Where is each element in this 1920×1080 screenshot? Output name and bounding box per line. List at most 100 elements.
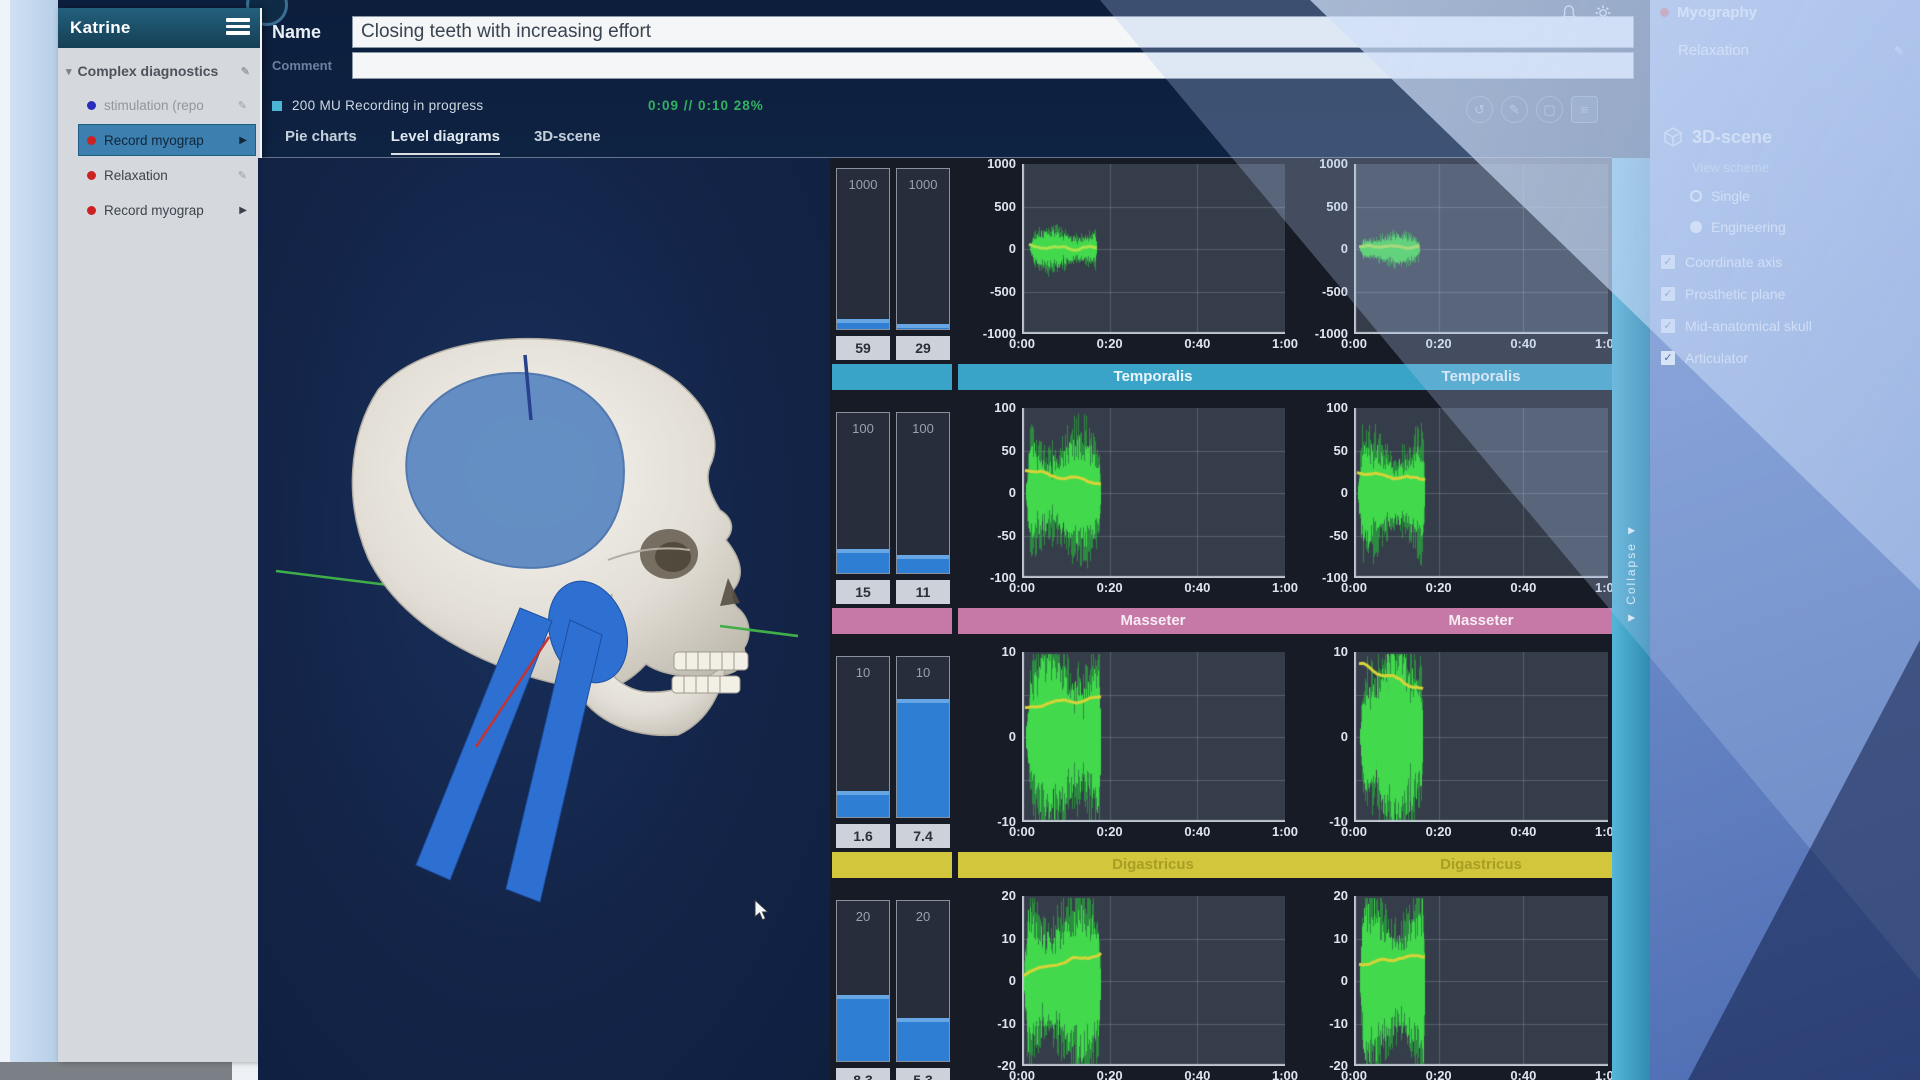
- checkbox-articulator[interactable]: ✓ Articulator: [1660, 350, 1748, 366]
- level-value: 7.4: [896, 824, 950, 848]
- x-axis-tick: 1:00: [1595, 1068, 1612, 1080]
- x-axis-tick: 1:00: [1595, 824, 1612, 839]
- record-dot-icon: [87, 101, 96, 110]
- tree-root-label: Complex diagnostics: [78, 63, 219, 79]
- x-axis-tick: 0:40: [1510, 824, 1536, 839]
- emg-row-digastricus: 101.6107.4100-100:000:200:401:00100-100:…: [830, 648, 1612, 892]
- bell-icon[interactable]: [1560, 4, 1578, 22]
- skull-model[interactable]: [352, 339, 749, 902]
- sidebar-item-stimulation-repo[interactable]: stimulation (repo✎: [78, 89, 256, 121]
- 3d-scene-viewport[interactable]: [258, 158, 830, 1080]
- emg-plot: [1354, 652, 1608, 822]
- y-axis-tick: 50: [960, 443, 1016, 458]
- y-axis-tick: -10: [960, 1016, 1016, 1031]
- level-diagram-bar: 100: [896, 412, 950, 574]
- x-axis-tick: 0:40: [1510, 336, 1536, 351]
- x-axis-tick: 0:20: [1426, 824, 1452, 839]
- myography-item[interactable]: Myography: [1677, 4, 1757, 21]
- level-max-label: 100: [837, 421, 889, 436]
- x-axis-tick: 0:00: [1341, 1068, 1367, 1080]
- y-axis-tick: 0: [1292, 729, 1348, 744]
- hamburger-menu-icon[interactable]: [226, 18, 250, 37]
- cube-icon: [1662, 126, 1684, 148]
- x-axis-tick: 0:20: [1097, 580, 1123, 595]
- level-diagram-bar: 20: [836, 900, 890, 1062]
- pencil-icon[interactable]: ✎: [241, 65, 250, 78]
- record-dot-icon: [87, 136, 96, 145]
- sidebar-item-record-myograp[interactable]: Record myograp▶: [78, 194, 256, 226]
- name-input[interactable]: [352, 16, 1634, 48]
- y-axis-tick: 0: [960, 729, 1016, 744]
- radio-icon[interactable]: [1690, 221, 1702, 233]
- dropdown-icon[interactable]: ≡: [1571, 96, 1598, 123]
- right-settings-panel: Myography Relaxation ✎ 3D-scene View sch…: [1650, 0, 1920, 1080]
- level-value: 15: [836, 580, 890, 604]
- x-axis-tick: 0:40: [1184, 1068, 1210, 1080]
- comment-input[interactable]: [352, 52, 1634, 79]
- sidebar-item-relaxation[interactable]: Relaxation ✎: [78, 159, 256, 191]
- recording-timing-text: 0:09 // 0:10 28%: [648, 98, 764, 113]
- checkbox-icon[interactable]: ✓: [1660, 350, 1676, 366]
- tab-pie-charts[interactable]: Pie charts: [285, 128, 357, 155]
- y-axis-tick: 0: [1292, 241, 1348, 256]
- sidebar-item-record-myograp[interactable]: Record myograp▶: [78, 124, 256, 156]
- level-value: 29: [896, 336, 950, 360]
- application-window: Name Comment 200 MU Recording in progres…: [0, 0, 1920, 1080]
- tree-root-complex-diagnostics[interactable]: ▾ Complex diagnostics ✎: [58, 56, 260, 86]
- level-diagram-bar: 1000: [836, 168, 890, 330]
- x-axis-tick: 0:00: [1341, 336, 1367, 351]
- muscle-band-label: Digastricus: [1440, 856, 1522, 873]
- checkbox-label: Articulator: [1685, 350, 1748, 366]
- x-axis-tick: 0:00: [1341, 580, 1367, 595]
- checkbox-coordinate-axis[interactable]: ✓Coordinate axis: [1660, 254, 1782, 270]
- expand-arrow-icon[interactable]: ▶: [239, 205, 247, 216]
- relaxation-item[interactable]: Relaxation: [1678, 42, 1749, 59]
- name-label: Name: [272, 22, 321, 43]
- y-axis-tick: 10: [960, 644, 1016, 659]
- y-axis-tick: -50: [960, 528, 1016, 543]
- x-axis-tick: 0:00: [1009, 580, 1035, 595]
- level-max-label: 10: [897, 665, 949, 680]
- radio-icon[interactable]: [1690, 190, 1702, 202]
- pencil-icon[interactable]: ✎: [1894, 44, 1904, 58]
- muscle-band-label: Digastricus: [1112, 856, 1194, 873]
- taskbar-fragment: [0, 1062, 232, 1080]
- y-axis-tick: -1000: [1292, 326, 1348, 341]
- radio-engineering[interactable]: Engineering: [1690, 219, 1786, 235]
- undo-icon[interactable]: ↺: [1466, 96, 1493, 123]
- checkbox-mid-anatomical-skull[interactable]: ✓Mid-anatomical skull: [1660, 318, 1812, 334]
- checkbox-icon[interactable]: ✓: [1660, 286, 1676, 302]
- sidebar-item-label: Relaxation: [104, 168, 168, 183]
- level-diagram-bar: 1000: [896, 168, 950, 330]
- pen-icon[interactable]: ✎: [1501, 96, 1528, 123]
- camera-icon[interactable]: ▢: [1536, 96, 1563, 123]
- pencil-icon[interactable]: ✎: [238, 169, 247, 182]
- level-fill: [837, 319, 889, 329]
- expand-arrow-icon[interactable]: ▶: [239, 135, 247, 146]
- collapse-panel-strip[interactable]: ▼ Collapse ▼: [1612, 158, 1650, 1080]
- gear-icon[interactable]: [1594, 4, 1612, 22]
- level-fill: [897, 699, 949, 817]
- tab-level-diagrams[interactable]: Level diagrams: [391, 128, 500, 155]
- chevron-down-icon[interactable]: ▾: [66, 65, 72, 78]
- checkbox-icon[interactable]: ✓: [1660, 254, 1676, 270]
- radio-single[interactable]: Single: [1690, 188, 1750, 204]
- checkbox-icon[interactable]: ✓: [1660, 318, 1676, 334]
- level-fill: [837, 549, 889, 573]
- desktop-edge: [0, 0, 58, 1080]
- level-max-label: 20: [837, 909, 889, 924]
- tab-3d-scene[interactable]: 3D-scene: [534, 128, 601, 155]
- y-axis-tick: -10: [1292, 1016, 1348, 1031]
- x-axis-tick: 0:40: [1510, 1068, 1536, 1080]
- x-axis-tick: 0:20: [1097, 1068, 1123, 1080]
- level-value: 59: [836, 336, 890, 360]
- level-diagram-bar: 20: [896, 900, 950, 1062]
- pencil-icon[interactable]: ✎: [238, 99, 247, 112]
- y-axis-tick: 0: [960, 485, 1016, 500]
- scene-settings-title: 3D-scene: [1692, 127, 1772, 148]
- checkbox-prosthetic-plane[interactable]: ✓ Prosthetic plane: [1660, 286, 1785, 302]
- mouse-cursor: [755, 900, 768, 920]
- checkbox-label: Prosthetic plane: [1685, 286, 1785, 302]
- y-axis-tick: -500: [1292, 284, 1348, 299]
- y-axis-tick: -10: [960, 814, 1016, 829]
